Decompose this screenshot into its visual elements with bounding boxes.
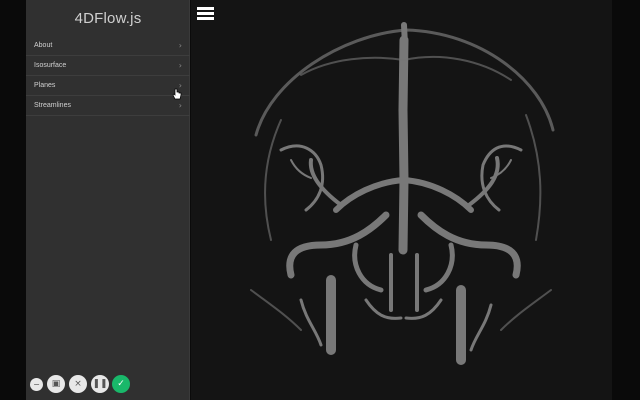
hamburger-icon[interactable] (197, 7, 214, 21)
camera-button[interactable]: ▣ (47, 375, 65, 393)
chevron-right-icon: › (178, 41, 182, 50)
recording-toolbar: − ▣ × ❚❚ ✓ (28, 375, 138, 395)
right-margin (612, 0, 640, 400)
menu-item-label: Isosurface (34, 62, 67, 69)
menu-item-label: About (34, 42, 53, 49)
left-margin (0, 0, 26, 400)
pause-button[interactable]: ❚❚ (91, 375, 109, 393)
close-button[interactable]: × (69, 375, 87, 393)
sidebar: 4DFlow.js About › Isosurface › Planes › … (26, 0, 190, 400)
menu-item-streamlines[interactable]: Streamlines › (26, 96, 190, 116)
chevron-right-icon: › (178, 61, 182, 70)
menu-item-label: Streamlines (34, 102, 71, 109)
app-title: 4DFlow.js (74, 10, 142, 27)
menu-item-about[interactable]: About › (26, 36, 190, 56)
menu-item-label: Planes (34, 82, 56, 89)
menu-item-planes[interactable]: Planes › (26, 76, 190, 96)
menu-item-isosurface[interactable]: Isosurface › (26, 56, 190, 76)
vessel-render[interactable] (191, 0, 612, 400)
confirm-button[interactable]: ✓ (112, 375, 130, 393)
hand-pointer-icon (172, 88, 182, 100)
minimize-button[interactable]: − (30, 378, 43, 391)
sidebar-menu: About › Isosurface › Planes › Streamline… (26, 36, 190, 116)
render-viewport[interactable] (191, 0, 612, 400)
chevron-right-icon: › (178, 101, 182, 110)
